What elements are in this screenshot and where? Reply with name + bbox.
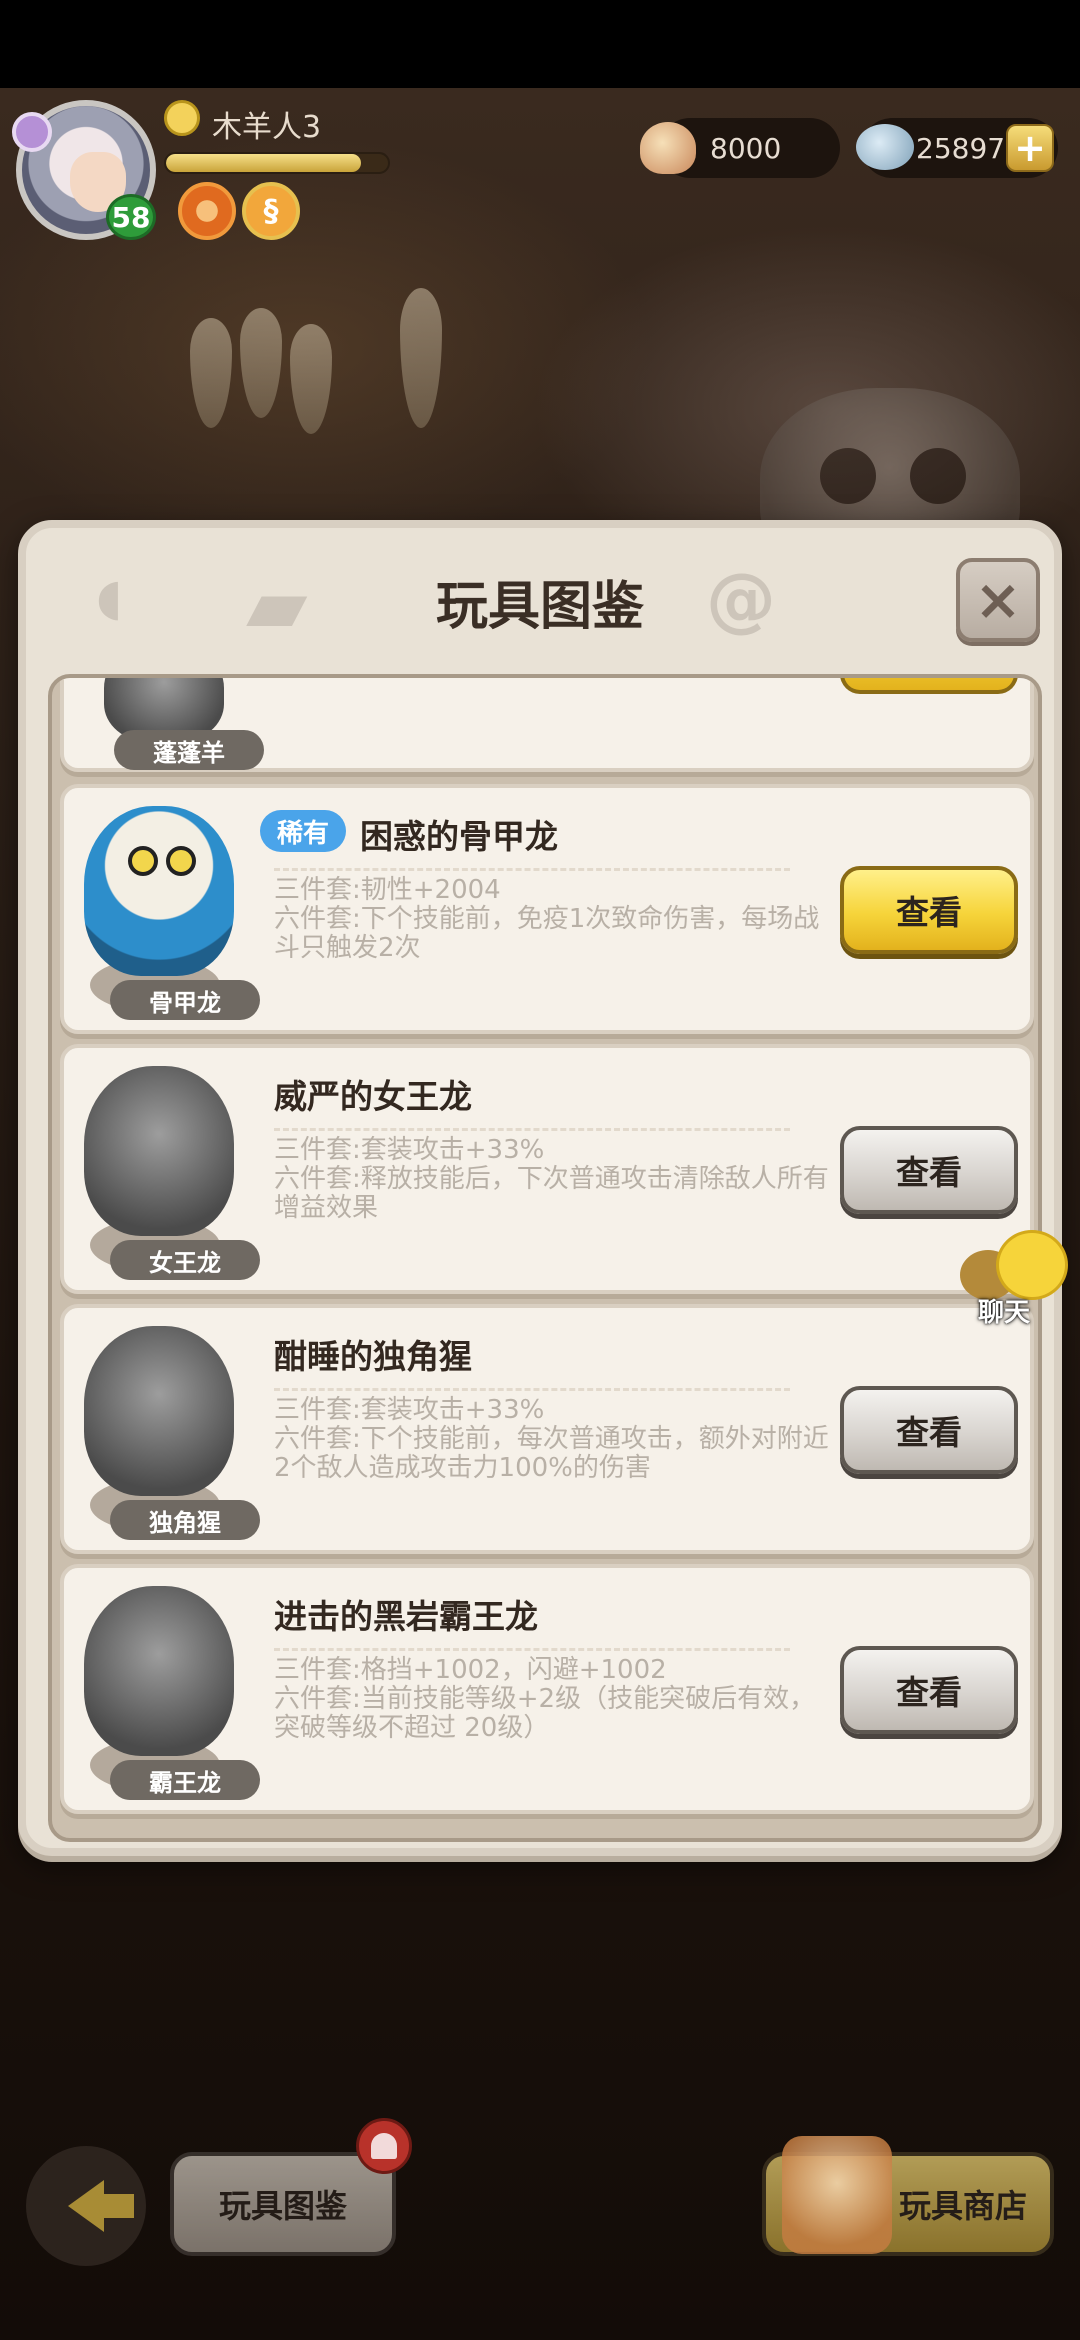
player-level-badge: 58 xyxy=(106,194,156,240)
toy-nickname: 独角猩 xyxy=(110,1500,260,1540)
toy-description: 三件套:套装攻击+33% 六件套:下个技能前，每次普通攻击，额外对附近2个敌人造… xyxy=(274,1396,834,1483)
queen-dragon-figure-icon xyxy=(84,1066,234,1236)
set3-effect: 三件套:格挡+1002，闪避+1002 xyxy=(274,1655,667,1685)
fang-decoration xyxy=(400,288,442,428)
set6-effect: 六件套:下个技能前，免疫1次致命伤害，每场战斗只触发2次 xyxy=(274,904,820,963)
toy-title: 酣睡的独角猩 xyxy=(274,1337,472,1376)
set6-effect: 六件套:下个技能前，每次普通攻击，额外对附近2个敌人造成攻击力100%的伤害 xyxy=(274,1424,829,1483)
unicorn-ape-figure-icon xyxy=(84,1326,234,1496)
toy-title: 困惑的骨甲龙 xyxy=(360,817,558,856)
chat-button[interactable]: 聊天 xyxy=(960,1228,1070,1328)
fang-decoration xyxy=(240,308,282,418)
eye xyxy=(128,846,158,876)
toy-nickname: 骨甲龙 xyxy=(110,980,260,1020)
toy-card: 霸王龙 进击的黑岩霸王龙 三件套:格挡+1002，闪避+1002 六件套:当前技… xyxy=(60,1564,1034,1814)
set3-effect: 三件套:韧性+2004 xyxy=(274,875,501,905)
toy-card-partial: 蓬蓬羊 xyxy=(60,678,1034,772)
shell-icon xyxy=(640,122,696,174)
toy-nickname: 女王龙 xyxy=(110,1240,260,1280)
toy-description: 三件套:套装攻击+33% 六件套:释放技能后，下次普通攻击清除敌人所有增益效果 xyxy=(274,1136,834,1223)
tyrant-dragon-figure-icon xyxy=(84,1586,234,1756)
smiley-icon xyxy=(996,1230,1068,1300)
divider xyxy=(274,1128,790,1131)
close-button[interactable]: × xyxy=(956,558,1040,642)
shell-amount: 8000 xyxy=(710,131,782,165)
player-emote-icon xyxy=(164,100,200,136)
gem-icon xyxy=(856,124,914,170)
view-button[interactable]: 查看 xyxy=(840,1386,1018,1474)
divider xyxy=(274,1648,790,1651)
bone-armor-dragon-figure-icon xyxy=(84,806,234,976)
set3-effect: 三件套:套装攻击+33% xyxy=(274,1135,545,1165)
set6-effect: 六件套:当前技能等级+2级（技能突破后有效，突破等级不超过 20级） xyxy=(274,1684,816,1743)
status-bar xyxy=(0,0,1080,88)
back-button[interactable] xyxy=(26,2146,146,2266)
modal-title: 玩具图鉴 xyxy=(435,577,644,637)
avatar-frame-badge-icon xyxy=(12,112,52,152)
view-button[interactable]: 查看 xyxy=(840,1646,1018,1734)
back-arrow-icon xyxy=(68,2180,134,2232)
toy-title: 进击的黑岩霸王龙 xyxy=(274,1597,538,1636)
view-button[interactable]: 查看 xyxy=(840,1126,1018,1214)
toy-description: 三件套:韧性+2004 六件套:下个技能前，免疫1次致命伤害，每场战斗只触发2次 xyxy=(274,876,834,963)
xp-bar-fill xyxy=(166,154,362,172)
toy-card: 骨甲龙 稀有 困惑的骨甲龙 三件套:韧性+2004 六件套:下个技能前，免疫1次… xyxy=(60,784,1034,1034)
vip-badge-icon[interactable]: § xyxy=(242,182,300,240)
set3-effect: 三件套:套装攻击+33% xyxy=(274,1395,545,1425)
toy-collection-tab[interactable]: 玩具图鉴 xyxy=(170,2152,396,2256)
chat-label: 聊天 xyxy=(978,1298,1031,1328)
fang-decoration xyxy=(290,324,332,434)
notification-bell-icon xyxy=(356,2118,412,2174)
toy-card: 女王龙 威严的女王龙 三件套:套装攻击+33% 六件套:释放技能后，下次普通攻击… xyxy=(60,1044,1034,1294)
bell-shape xyxy=(371,2133,397,2159)
toy-description: 三件套:格挡+1002，闪避+1002 六件套:当前技能等级+2级（技能突破后有… xyxy=(274,1656,834,1743)
achievement-badge-icon[interactable] xyxy=(178,182,236,240)
toy-card: 独角猩 酣睡的独角猩 三件套:套装攻击+33% 六件套:下个技能前，每次普通攻击… xyxy=(60,1304,1034,1554)
toy-title: 威严的女王龙 xyxy=(274,1077,472,1116)
view-button[interactable] xyxy=(840,678,1018,694)
rarity-tag: 稀有 xyxy=(260,810,346,852)
xp-bar xyxy=(164,152,390,174)
shop-icon xyxy=(782,2136,892,2254)
fang-decoration xyxy=(190,318,232,428)
set6-effect: 六件套:释放技能后，下次普通攻击清除敌人所有增益效果 xyxy=(274,1164,829,1223)
toy-collection-modal: ◖ ▰ @ 玩具图鉴 × 蓬蓬羊 骨甲龙 稀有 困惑的骨甲龙 三件套:韧性+20… xyxy=(18,520,1062,1856)
eye xyxy=(166,846,196,876)
add-currency-button[interactable]: + xyxy=(1006,124,1054,172)
view-button[interactable]: 查看 xyxy=(840,866,1018,954)
toy-nickname: 霸王龙 xyxy=(110,1760,260,1800)
player-name: 木羊人3 xyxy=(212,110,322,145)
divider xyxy=(274,868,790,871)
divider xyxy=(274,1388,790,1391)
toy-list[interactable]: 蓬蓬羊 骨甲龙 稀有 困惑的骨甲龙 三件套:韧性+2004 六件套:下个技能前，… xyxy=(48,674,1042,1842)
toy-nickname: 蓬蓬羊 xyxy=(114,730,264,770)
